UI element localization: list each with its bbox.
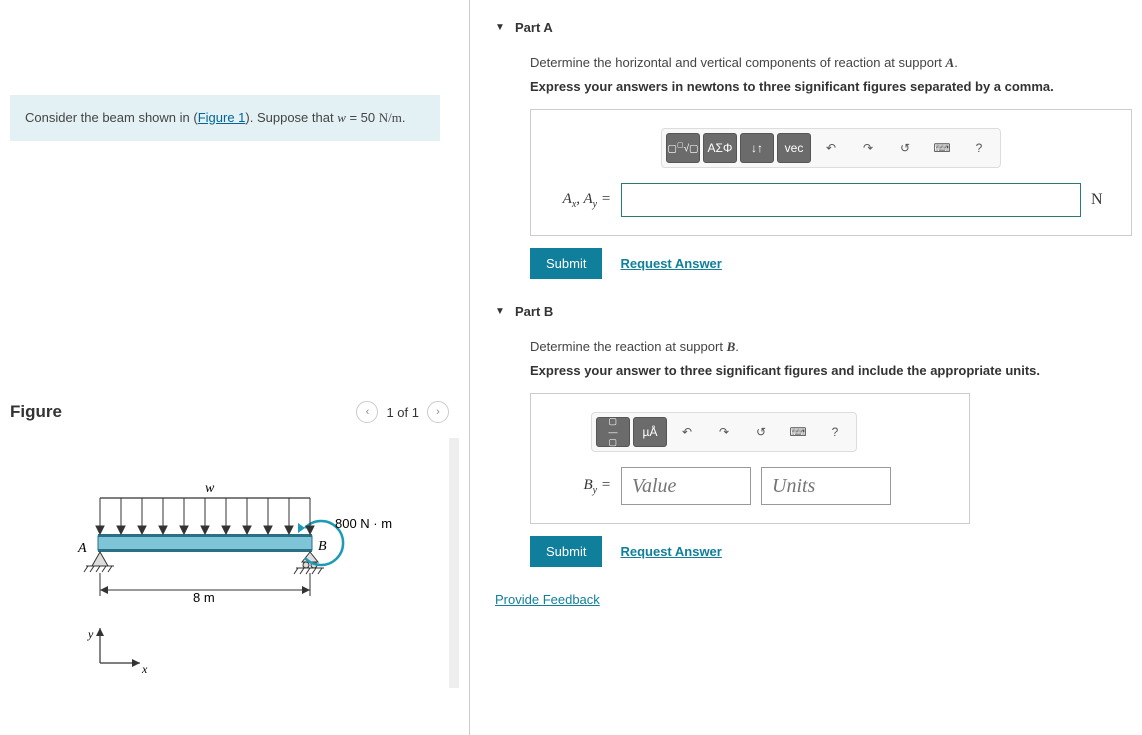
- templates-button[interactable]: ▢▢√▢: [666, 133, 700, 163]
- part-a: ▼ Part A Determine the horizontal and ve…: [495, 20, 1132, 279]
- reset-button[interactable]: ↺: [888, 133, 922, 163]
- axis-x: x: [141, 662, 148, 676]
- undo-button[interactable]: ↶: [670, 417, 704, 447]
- updown-button[interactable]: ↓↑: [740, 133, 774, 163]
- figure-canvas[interactable]: w A B: [10, 438, 459, 688]
- part-b-header[interactable]: ▼ Part B: [495, 304, 1132, 319]
- templates-button[interactable]: ▢—▢: [596, 417, 630, 447]
- part-b-instruction: Determine the reaction at support B.: [530, 339, 1132, 355]
- part-a-label: Ax, Ay =: [551, 191, 611, 210]
- figure-link[interactable]: Figure 1: [198, 110, 246, 125]
- greek-button[interactable]: ΑΣΦ: [703, 133, 737, 163]
- part-a-instruction: Determine the horizontal and vertical co…: [530, 55, 1132, 71]
- part-b: ▼ Part B Determine the reaction at suppo…: [495, 304, 1132, 567]
- load-label: w: [205, 481, 215, 496]
- figure-section: Figure ‹ 1 of 1 › w: [10, 401, 459, 688]
- beam-diagram: w A B: [60, 478, 400, 678]
- problem-unit: N/m: [379, 110, 402, 125]
- part-b-units-input[interactable]: [761, 467, 891, 505]
- figure-title: Figure: [10, 402, 62, 422]
- part-b-toolbar: ▢—▢ µÅ ↶ ↷ ↺ ⌨ ?: [591, 412, 857, 452]
- point-b-label: B: [318, 539, 327, 554]
- pager-next-button[interactable]: ›: [427, 401, 449, 423]
- pager-prev-button[interactable]: ‹: [356, 401, 378, 423]
- part-a-toolbar: ▢▢√▢ ΑΣΦ ↓↑ vec ↶ ↷ ↺ ⌨ ?: [661, 128, 1001, 168]
- part-a-header[interactable]: ▼ Part A: [495, 20, 1132, 35]
- redo-button[interactable]: ↷: [707, 417, 741, 447]
- axis-y: y: [87, 627, 94, 641]
- part-a-hint: Express your answers in newtons to three…: [530, 79, 1132, 94]
- redo-button[interactable]: ↷: [851, 133, 885, 163]
- span-label: 8 m: [193, 590, 215, 605]
- pager-text: 1 of 1: [386, 405, 419, 420]
- moment-label: 800 N · m: [335, 516, 392, 531]
- keyboard-button[interactable]: ⌨: [925, 133, 959, 163]
- point-a-label: A: [77, 541, 87, 556]
- left-pane: Consider the beam shown in (Figure 1). S…: [0, 0, 470, 735]
- problem-statement: Consider the beam shown in (Figure 1). S…: [10, 95, 440, 141]
- problem-text-mid: ). Suppose that: [245, 110, 337, 125]
- help-button[interactable]: ?: [962, 133, 996, 163]
- provide-feedback-link[interactable]: Provide Feedback: [495, 592, 600, 607]
- vec-button[interactable]: vec: [777, 133, 811, 163]
- units-special-button[interactable]: µÅ: [633, 417, 667, 447]
- help-button[interactable]: ?: [818, 417, 852, 447]
- part-a-input[interactable]: [621, 183, 1081, 217]
- part-a-unit: N: [1091, 191, 1111, 209]
- part-a-answer-box: ▢▢√▢ ΑΣΦ ↓↑ vec ↶ ↷ ↺ ⌨ ? Ax, Ay = N: [530, 109, 1132, 236]
- problem-eq: = 50: [346, 110, 379, 125]
- caret-down-icon: ▼: [495, 22, 505, 33]
- part-b-request-answer-link[interactable]: Request Answer: [620, 544, 721, 559]
- problem-text-post: .: [402, 110, 406, 125]
- part-a-title: Part A: [515, 20, 553, 35]
- part-b-title: Part B: [515, 304, 553, 319]
- part-b-hint: Express your answer to three significant…: [530, 363, 1132, 378]
- part-a-request-answer-link[interactable]: Request Answer: [620, 256, 721, 271]
- problem-text-pre: Consider the beam shown in (: [25, 110, 198, 125]
- problem-var: w: [337, 110, 346, 125]
- part-b-answer-box: ▢—▢ µÅ ↶ ↷ ↺ ⌨ ? By =: [530, 393, 970, 524]
- undo-button[interactable]: ↶: [814, 133, 848, 163]
- right-pane: ▼ Part A Determine the horizontal and ve…: [470, 0, 1142, 735]
- keyboard-button[interactable]: ⌨: [781, 417, 815, 447]
- part-a-submit-button[interactable]: Submit: [530, 248, 602, 279]
- part-b-submit-button[interactable]: Submit: [530, 536, 602, 567]
- reset-button[interactable]: ↺: [744, 417, 778, 447]
- caret-down-icon: ▼: [495, 306, 505, 317]
- figure-pager: ‹ 1 of 1 ›: [356, 401, 449, 423]
- part-b-label: By =: [551, 477, 611, 496]
- part-b-value-input[interactable]: [621, 467, 751, 505]
